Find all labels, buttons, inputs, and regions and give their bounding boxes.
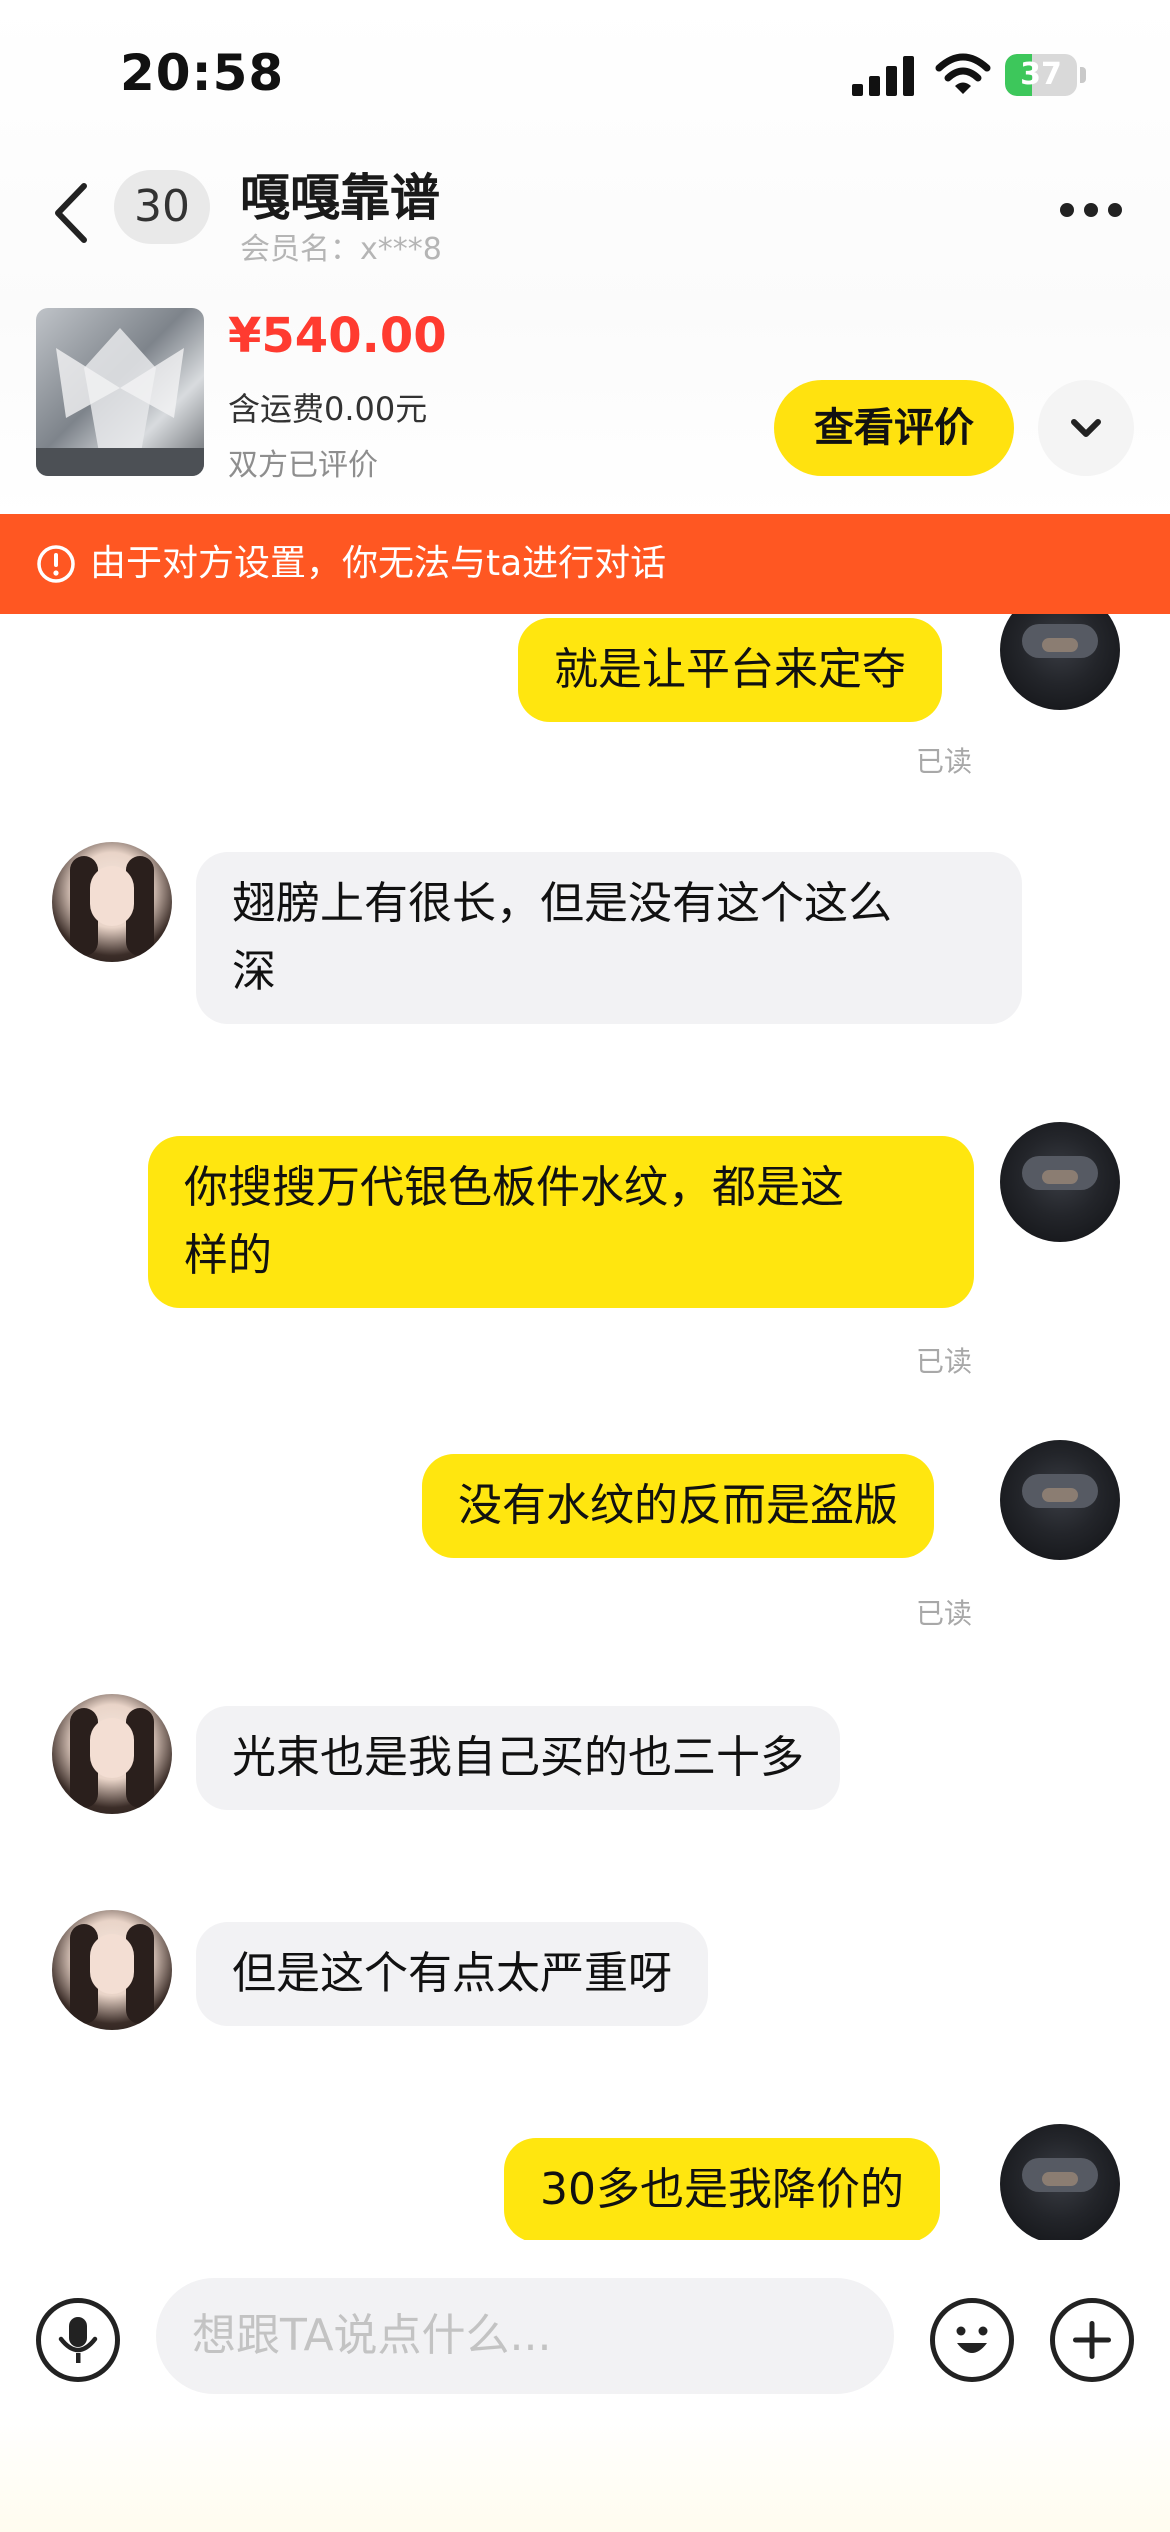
message-input[interactable]: 想跟TA说点什么... (156, 2278, 894, 2394)
wifi-icon (935, 53, 991, 94)
battery-icon: 37 (1005, 54, 1087, 98)
read-status: 已读 (916, 1345, 973, 1378)
avatar[interactable] (1000, 1122, 1120, 1242)
plus-icon (1073, 2321, 1111, 2359)
member-name: 会员名：x***8 (240, 232, 442, 267)
emoji-button[interactable] (930, 2298, 1014, 2382)
product-shipping: 含运费0.00元 (228, 390, 428, 428)
back-icon[interactable] (50, 180, 94, 246)
avatar[interactable] (52, 1910, 172, 2030)
chat-title: 嘎嘎靠谱 (240, 169, 440, 227)
message-bubble-received[interactable]: 光束也是我自己买的也三十多 (196, 1706, 840, 1810)
unread-count-badge[interactable]: 30 (114, 170, 210, 244)
message-bubble-sent[interactable]: 30多也是我降价的 (504, 2138, 940, 2242)
avatar[interactable] (52, 1694, 172, 1814)
mic-button[interactable] (36, 2298, 120, 2382)
more-icon[interactable] (1060, 200, 1124, 220)
message-bubble-received[interactable]: 但是这个有点太严重呀 (196, 1922, 708, 2026)
warning-icon (37, 545, 75, 583)
signal-icon (852, 56, 914, 96)
chevron-down-icon (1071, 419, 1101, 437)
more-dot (1084, 203, 1098, 217)
read-status: 已读 (916, 1597, 973, 1630)
mic-icon (58, 2317, 98, 2363)
expand-button[interactable] (1038, 380, 1134, 476)
chat-header: 30 嘎嘎靠谱 会员名：x***8 (0, 150, 1170, 280)
input-bar: 想跟TA说点什么... (0, 2240, 1170, 2532)
battery-level: 37 (1020, 57, 1062, 92)
warning-banner: 由于对方设置，你无法与ta进行对话 (0, 514, 1170, 614)
avatar[interactable] (52, 842, 172, 962)
warning-text: 由于对方设置，你无法与ta进行对话 (90, 543, 667, 584)
more-dot (1060, 203, 1074, 217)
more-actions-button[interactable] (1050, 2298, 1134, 2382)
message-bubble-sent[interactable]: 就是让平台来定夺 (518, 618, 942, 722)
emoji-icon (956, 2326, 988, 2353)
product-image (36, 328, 204, 476)
more-dot (1108, 203, 1122, 217)
message-bubble-sent[interactable]: 没有水纹的反而是盗版 (422, 1454, 934, 1558)
status-bar: 20:58 37 (0, 0, 1170, 150)
product-card[interactable]: ¥540.00 含运费0.00元 双方已评价 查看评价 (0, 300, 1170, 500)
avatar[interactable] (1000, 1440, 1120, 1560)
battery-body: 37 (1005, 54, 1077, 96)
message-bubble-received[interactable]: 翅膀上有很长，但是没有这个这么 深 (196, 852, 1022, 1024)
status-time: 20:58 (120, 44, 285, 102)
chat-screen: 20:58 37 30 嘎嘎靠谱 会员名：x***8 ¥540.00 含运费0.… (0, 0, 1170, 2532)
product-thumbnail[interactable] (36, 308, 204, 476)
read-status: 已读 (916, 745, 973, 778)
product-price: ¥540.00 (228, 308, 447, 364)
view-review-button[interactable]: 查看评价 (774, 380, 1014, 476)
message-bubble-sent[interactable]: 你搜搜万代银色板件水纹，都是这 样的 (148, 1136, 974, 1308)
avatar[interactable] (1000, 2124, 1120, 2244)
battery-tip (1080, 67, 1086, 83)
review-status: 双方已评价 (228, 448, 378, 483)
